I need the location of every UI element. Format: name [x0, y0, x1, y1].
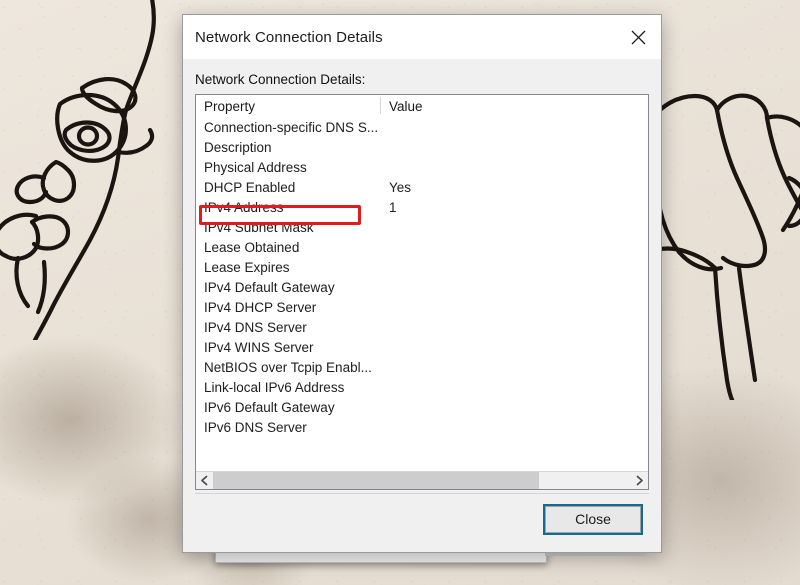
close-icon[interactable]: [615, 16, 661, 59]
dialog-footer: Close: [183, 490, 661, 552]
row-property: IPv4 DNS Server: [204, 319, 307, 335]
line-art-face-drawing: [0, 0, 156, 340]
table-row[interactable]: IPv4 Default Gateway: [196, 277, 648, 297]
scrollbar-thumb[interactable]: [213, 472, 540, 489]
row-property: IPv4 Subnet Mask: [204, 219, 314, 235]
table-row[interactable]: IPv4 DNS Server: [196, 317, 648, 337]
listview-scroll-area[interactable]: Property Value Connection-specific DNS S…: [196, 95, 648, 471]
table-row[interactable]: IPv4 WINS Server: [196, 337, 648, 357]
table-row[interactable]: Link-local IPv6 Address: [196, 377, 648, 397]
close-button[interactable]: Close: [543, 503, 643, 535]
row-property: Lease Obtained: [204, 239, 300, 255]
table-row[interactable]: IPv4 DHCP Server: [196, 297, 648, 317]
row-property: Lease Expires: [204, 259, 290, 275]
dialog-body: Network Connection Details: Property Val…: [183, 59, 661, 490]
row-property: IPv4 Default Gateway: [204, 279, 335, 295]
network-connection-details-dialog: Network Connection Details Network Conne…: [182, 14, 662, 553]
table-row[interactable]: IPv6 Default Gateway: [196, 397, 648, 417]
table-row[interactable]: Physical Address: [196, 157, 648, 177]
table-row[interactable]: Lease Obtained: [196, 237, 648, 257]
line-art-flower-drawing: [655, 93, 800, 400]
column-divider[interactable]: [380, 97, 381, 114]
table-row[interactable]: DHCP Enabled Yes: [196, 177, 648, 197]
row-property: IPv6 DNS Server: [204, 419, 307, 435]
network-details-listview[interactable]: Property Value Connection-specific DNS S…: [195, 94, 649, 490]
row-value: 1: [389, 199, 397, 215]
table-row[interactable]: Description: [196, 137, 648, 157]
table-row[interactable]: IPv6 DNS Server: [196, 417, 648, 437]
table-row[interactable]: Lease Expires: [196, 257, 648, 277]
table-row-ipv4-address[interactable]: IPv4 Address 1: [196, 197, 648, 217]
row-property: IPv4 Address: [204, 199, 284, 215]
listview-header-row[interactable]: Property Value: [196, 95, 648, 117]
row-property: IPv4 DHCP Server: [204, 299, 317, 315]
scrollbar-track[interactable]: [213, 472, 631, 489]
row-property: Physical Address: [204, 159, 307, 175]
chevron-right-icon[interactable]: [631, 472, 648, 489]
row-property: IPv4 WINS Server: [204, 339, 314, 355]
chevron-left-icon[interactable]: [196, 472, 213, 489]
table-row[interactable]: IPv4 Subnet Mask: [196, 217, 648, 237]
row-property: Connection-specific DNS S...: [204, 119, 379, 135]
horizontal-scrollbar[interactable]: [196, 471, 648, 489]
row-property: DHCP Enabled: [204, 179, 296, 195]
table-row[interactable]: NetBIOS over Tcpip Enabl...: [196, 357, 648, 377]
column-header-property[interactable]: Property: [196, 98, 380, 114]
dialog-title-bar: Network Connection Details: [183, 15, 661, 59]
row-property: IPv6 Default Gateway: [204, 399, 335, 415]
footer-divider: [195, 493, 649, 494]
row-property: NetBIOS over Tcpip Enabl...: [204, 359, 372, 375]
section-label: Network Connection Details:: [195, 72, 366, 87]
row-value: Yes: [389, 179, 412, 195]
row-property: Description: [204, 139, 272, 155]
column-header-value[interactable]: Value: [380, 99, 648, 114]
table-row[interactable]: Connection-specific DNS S...: [196, 117, 648, 137]
dialog-title: Network Connection Details: [195, 28, 383, 46]
row-property: Link-local IPv6 Address: [204, 379, 345, 395]
